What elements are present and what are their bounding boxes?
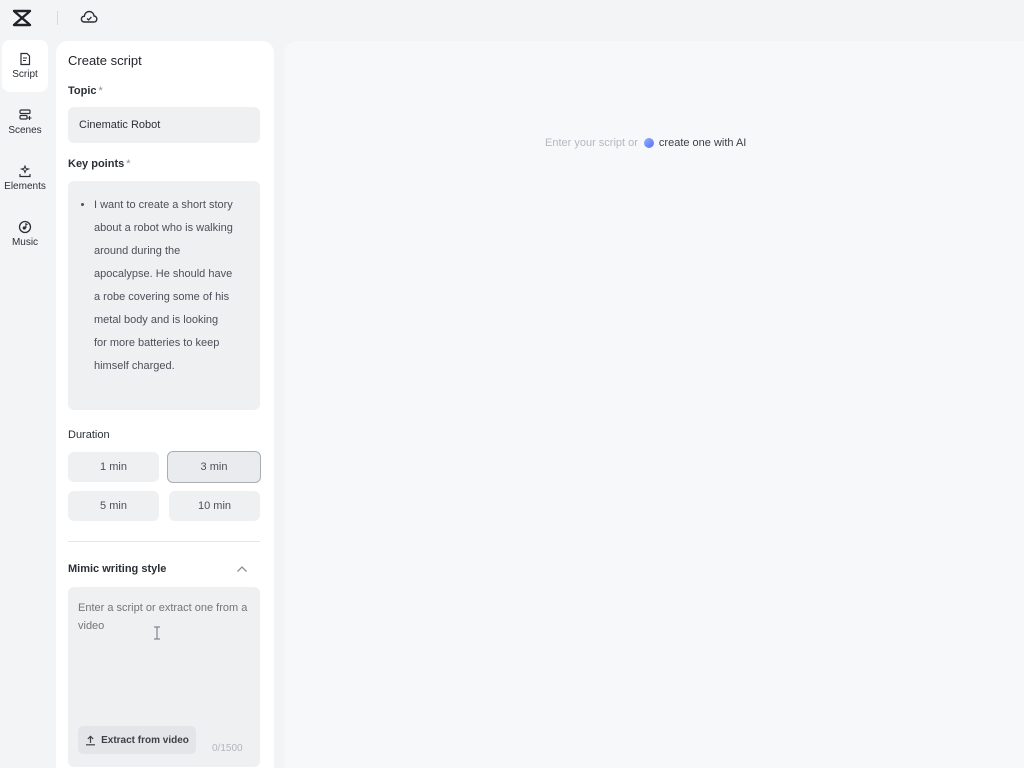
script-icon [20,52,31,66]
text-cursor-icon [154,626,160,640]
topic-label: Topic * [68,85,103,97]
duration-label: Duration [68,429,110,441]
panel-title: Create script [68,53,142,68]
empty-state-hint: Enter your script or create one with AI [545,137,746,149]
create-script-panel: Create script Topic* Key points* I want … [56,41,274,768]
upload-icon [86,734,96,745]
key-points-text: I want to create a short story about a r… [94,194,248,378]
section-divider [68,541,260,542]
top-bar [0,0,1024,38]
rail-item-label: Elements [4,181,46,192]
music-icon [18,220,32,234]
extract-button-label: Extract from video [101,734,189,746]
topbar-divider [57,11,58,25]
character-counter: 0/1500 [212,743,243,754]
extract-from-video-button[interactable]: Extract from video [78,726,196,754]
rail-item-label: Music [11,237,39,248]
rail-item-label: Scenes [8,125,42,136]
ai-sparkle-icon [643,138,654,148]
create-with-ai-link[interactable]: create one with AI [659,137,746,149]
rail-item-scenes[interactable]: Scenes [2,96,48,148]
rail-item-label: Script [12,69,38,80]
duration-3-min-button[interactable]: 3 min [167,451,261,483]
duration-1-min-button[interactable]: 1 min [68,452,159,482]
topic-input[interactable] [68,107,260,143]
cloud-icon[interactable] [79,8,99,26]
key-points-label: Key points * [68,158,131,170]
key-points-input[interactable]: I want to create a short story about a r… [68,181,260,410]
left-rail: Script Scenes Elements Music [0,40,50,264]
chevron-up-icon[interactable] [234,561,250,577]
rail-item-script[interactable]: Script [2,40,48,92]
capcut-logo-icon[interactable] [11,8,33,28]
hint-text: Enter your script or [545,137,638,149]
rail-item-elements[interactable]: Elements [2,152,48,204]
elements-icon [19,164,31,178]
script-canvas[interactable]: Enter your script or create one with AI [285,41,1024,768]
mimic-style-label: Mimic writing style [68,563,167,575]
scenes-icon [19,109,32,120]
duration-5-min-button[interactable]: 5 min [68,491,159,521]
duration-10-min-button[interactable]: 10 min [169,491,260,521]
rail-item-music[interactable]: Music [2,208,48,260]
